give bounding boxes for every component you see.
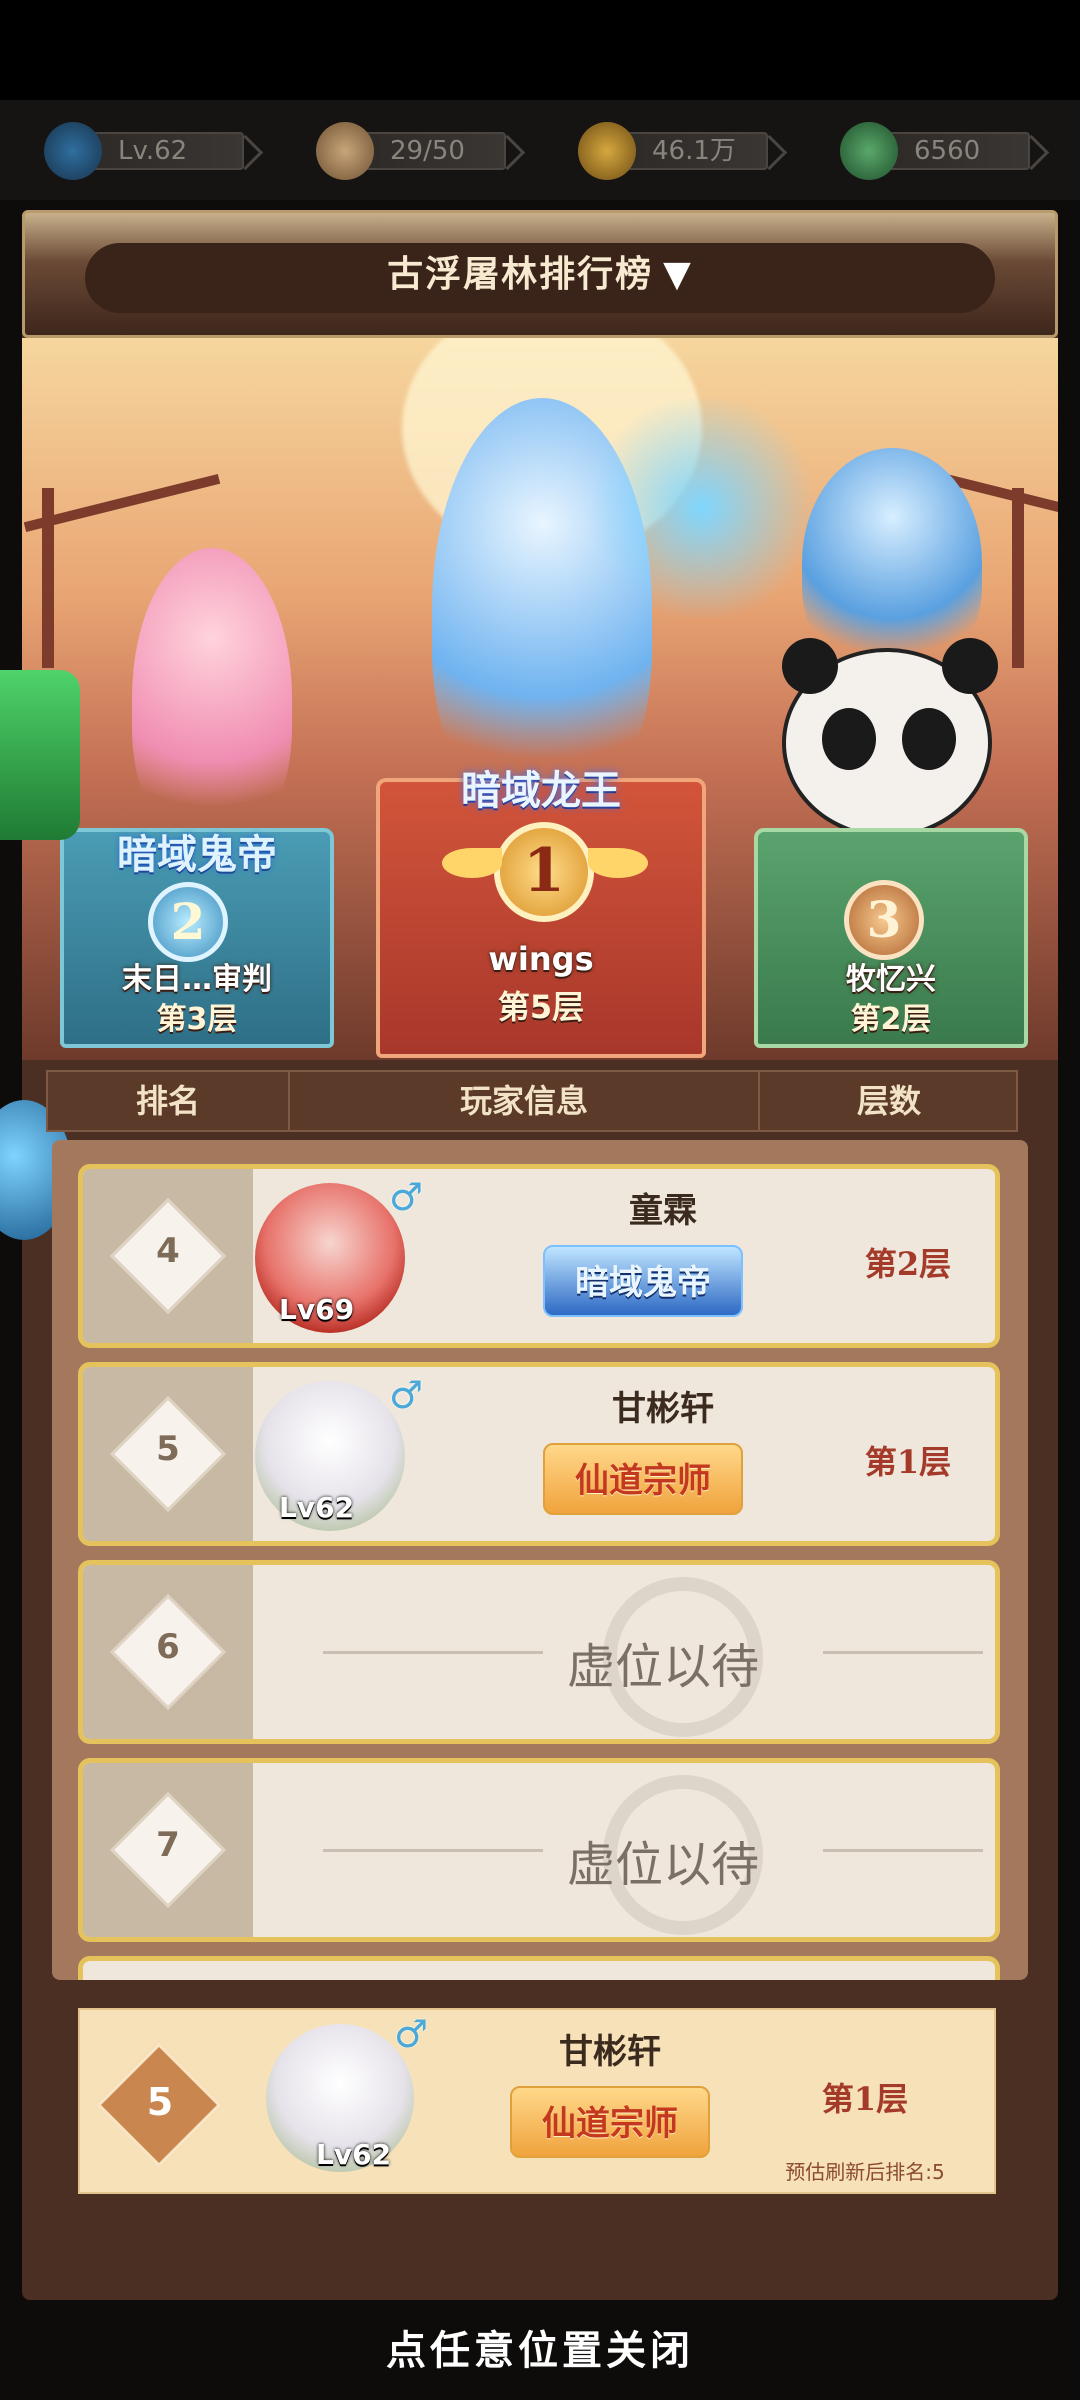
- jade-leaf-icon: [840, 122, 898, 180]
- panda-ear-right: [942, 638, 998, 694]
- male-icon: ♂: [389, 1175, 424, 1219]
- panda-eye-left: [822, 708, 876, 770]
- header-floor: 层数: [856, 1082, 921, 1120]
- medal-rank2: 2: [148, 882, 228, 962]
- title-badge: 仙道宗师: [543, 1443, 743, 1515]
- title-badge: 仙道宗师: [510, 2086, 710, 2158]
- dropdown-arrow-icon[interactable]: ▼: [663, 253, 693, 295]
- player-level: Lv62: [279, 1491, 355, 1524]
- rank-number: 7: [156, 1825, 180, 1865]
- title-badge: 暗域鬼帝: [543, 1245, 743, 1317]
- copper-coin-icon: [578, 122, 636, 180]
- table-row[interactable]: 5 Lv62 ♂ 甘彬轩 仙道宗师 第1层: [78, 1362, 1000, 1546]
- podium-rank3-name: 牧忆兴: [846, 962, 936, 997]
- close-hint[interactable]: 点任意位置关闭: [0, 2318, 1080, 2376]
- table-header: 排名 玩家信息 层数: [46, 1070, 1018, 1132]
- player-name: 童霖: [629, 1191, 697, 1231]
- podium-rank1-name: wings: [488, 940, 594, 978]
- floor-value: 第1层: [821, 2080, 909, 2118]
- player-level: Lv69: [279, 1293, 355, 1326]
- jade-display[interactable]: 6560: [840, 122, 1030, 180]
- podium-rank1-floor: 第5层: [497, 988, 585, 1026]
- panda-eye-right: [902, 708, 956, 770]
- vacant-label: 虚位以待: [566, 1639, 759, 1695]
- floor-value: 第1层: [864, 1443, 952, 1481]
- copper-display[interactable]: 46.1万: [578, 122, 768, 180]
- player-level: Lv62: [316, 2138, 392, 2171]
- bridge-post-right: [1012, 488, 1024, 668]
- table-row: [78, 1956, 1000, 1980]
- bridge-post-left: [42, 488, 54, 668]
- character-rank2[interactable]: [132, 548, 292, 848]
- podium-rank2-floor: 第3层: [156, 1002, 238, 1037]
- wing-left-icon: [442, 848, 502, 878]
- ranking-list[interactable]: 4 Lv69 ♂ 童霖 暗域鬼帝 第2层 5 Lv62 ♂ 甘彬轩 仙道宗师 第…: [52, 1140, 1028, 1980]
- rank-number: 5: [156, 1429, 180, 1469]
- medal-rank3: 3: [844, 880, 924, 960]
- rank-number: 4: [156, 1231, 180, 1271]
- vacant-label: 虚位以待: [566, 1837, 759, 1893]
- podium-rank2-name: 末日…审判: [122, 962, 272, 997]
- player-name: 甘彬轩: [612, 1389, 714, 1429]
- header-player: 玩家信息: [459, 1082, 588, 1120]
- stamina-display[interactable]: 29/50: [316, 122, 506, 180]
- table-row: 6 虚位以待: [78, 1560, 1000, 1744]
- male-icon: ♂: [389, 1373, 424, 1417]
- podium-rank2-title: 暗域鬼帝: [117, 831, 277, 878]
- header-rank: 排名: [135, 1082, 200, 1120]
- status-bar: [0, 0, 1080, 100]
- wing-right-icon: [588, 848, 648, 878]
- table-row: 7 虚位以待: [78, 1758, 1000, 1942]
- table-row[interactable]: 4 Lv69 ♂ 童霖 暗域鬼帝 第2层: [78, 1164, 1000, 1348]
- my-rank-number: 5: [146, 2080, 174, 2124]
- podium-rank3-floor: 第2层: [850, 1002, 932, 1037]
- male-icon: ♂: [394, 2012, 429, 2056]
- floor-value: 第2层: [864, 1245, 952, 1283]
- stamina-bun-icon: [316, 122, 374, 180]
- rank-number: 6: [156, 1627, 180, 1667]
- phoenix-wings: [582, 398, 822, 618]
- podium-scene: 暗域鬼帝 2 末日…审判 第3层 暗域龙王 1 wings 第5层 3 牧忆兴 …: [22, 338, 1058, 1060]
- leaderboard-title[interactable]: 古浮屠林排行榜 ▼: [0, 245, 1080, 297]
- level-icon: [44, 122, 102, 180]
- podium-rank1-title: 暗域龙王: [461, 767, 621, 814]
- estimated-rank: 预估刷新后排名:5: [785, 2160, 945, 2184]
- medal-rank1: 1: [494, 822, 594, 922]
- side-pet-icon: [0, 670, 80, 840]
- my-rank-row: 5 Lv62 ♂ 甘彬轩 仙道宗师 第1层 预估刷新后排名:5: [78, 2008, 996, 2194]
- panda-ear-left: [782, 638, 838, 694]
- level-display: Lv.62: [44, 122, 244, 180]
- player-name: 甘彬轩: [559, 2032, 661, 2072]
